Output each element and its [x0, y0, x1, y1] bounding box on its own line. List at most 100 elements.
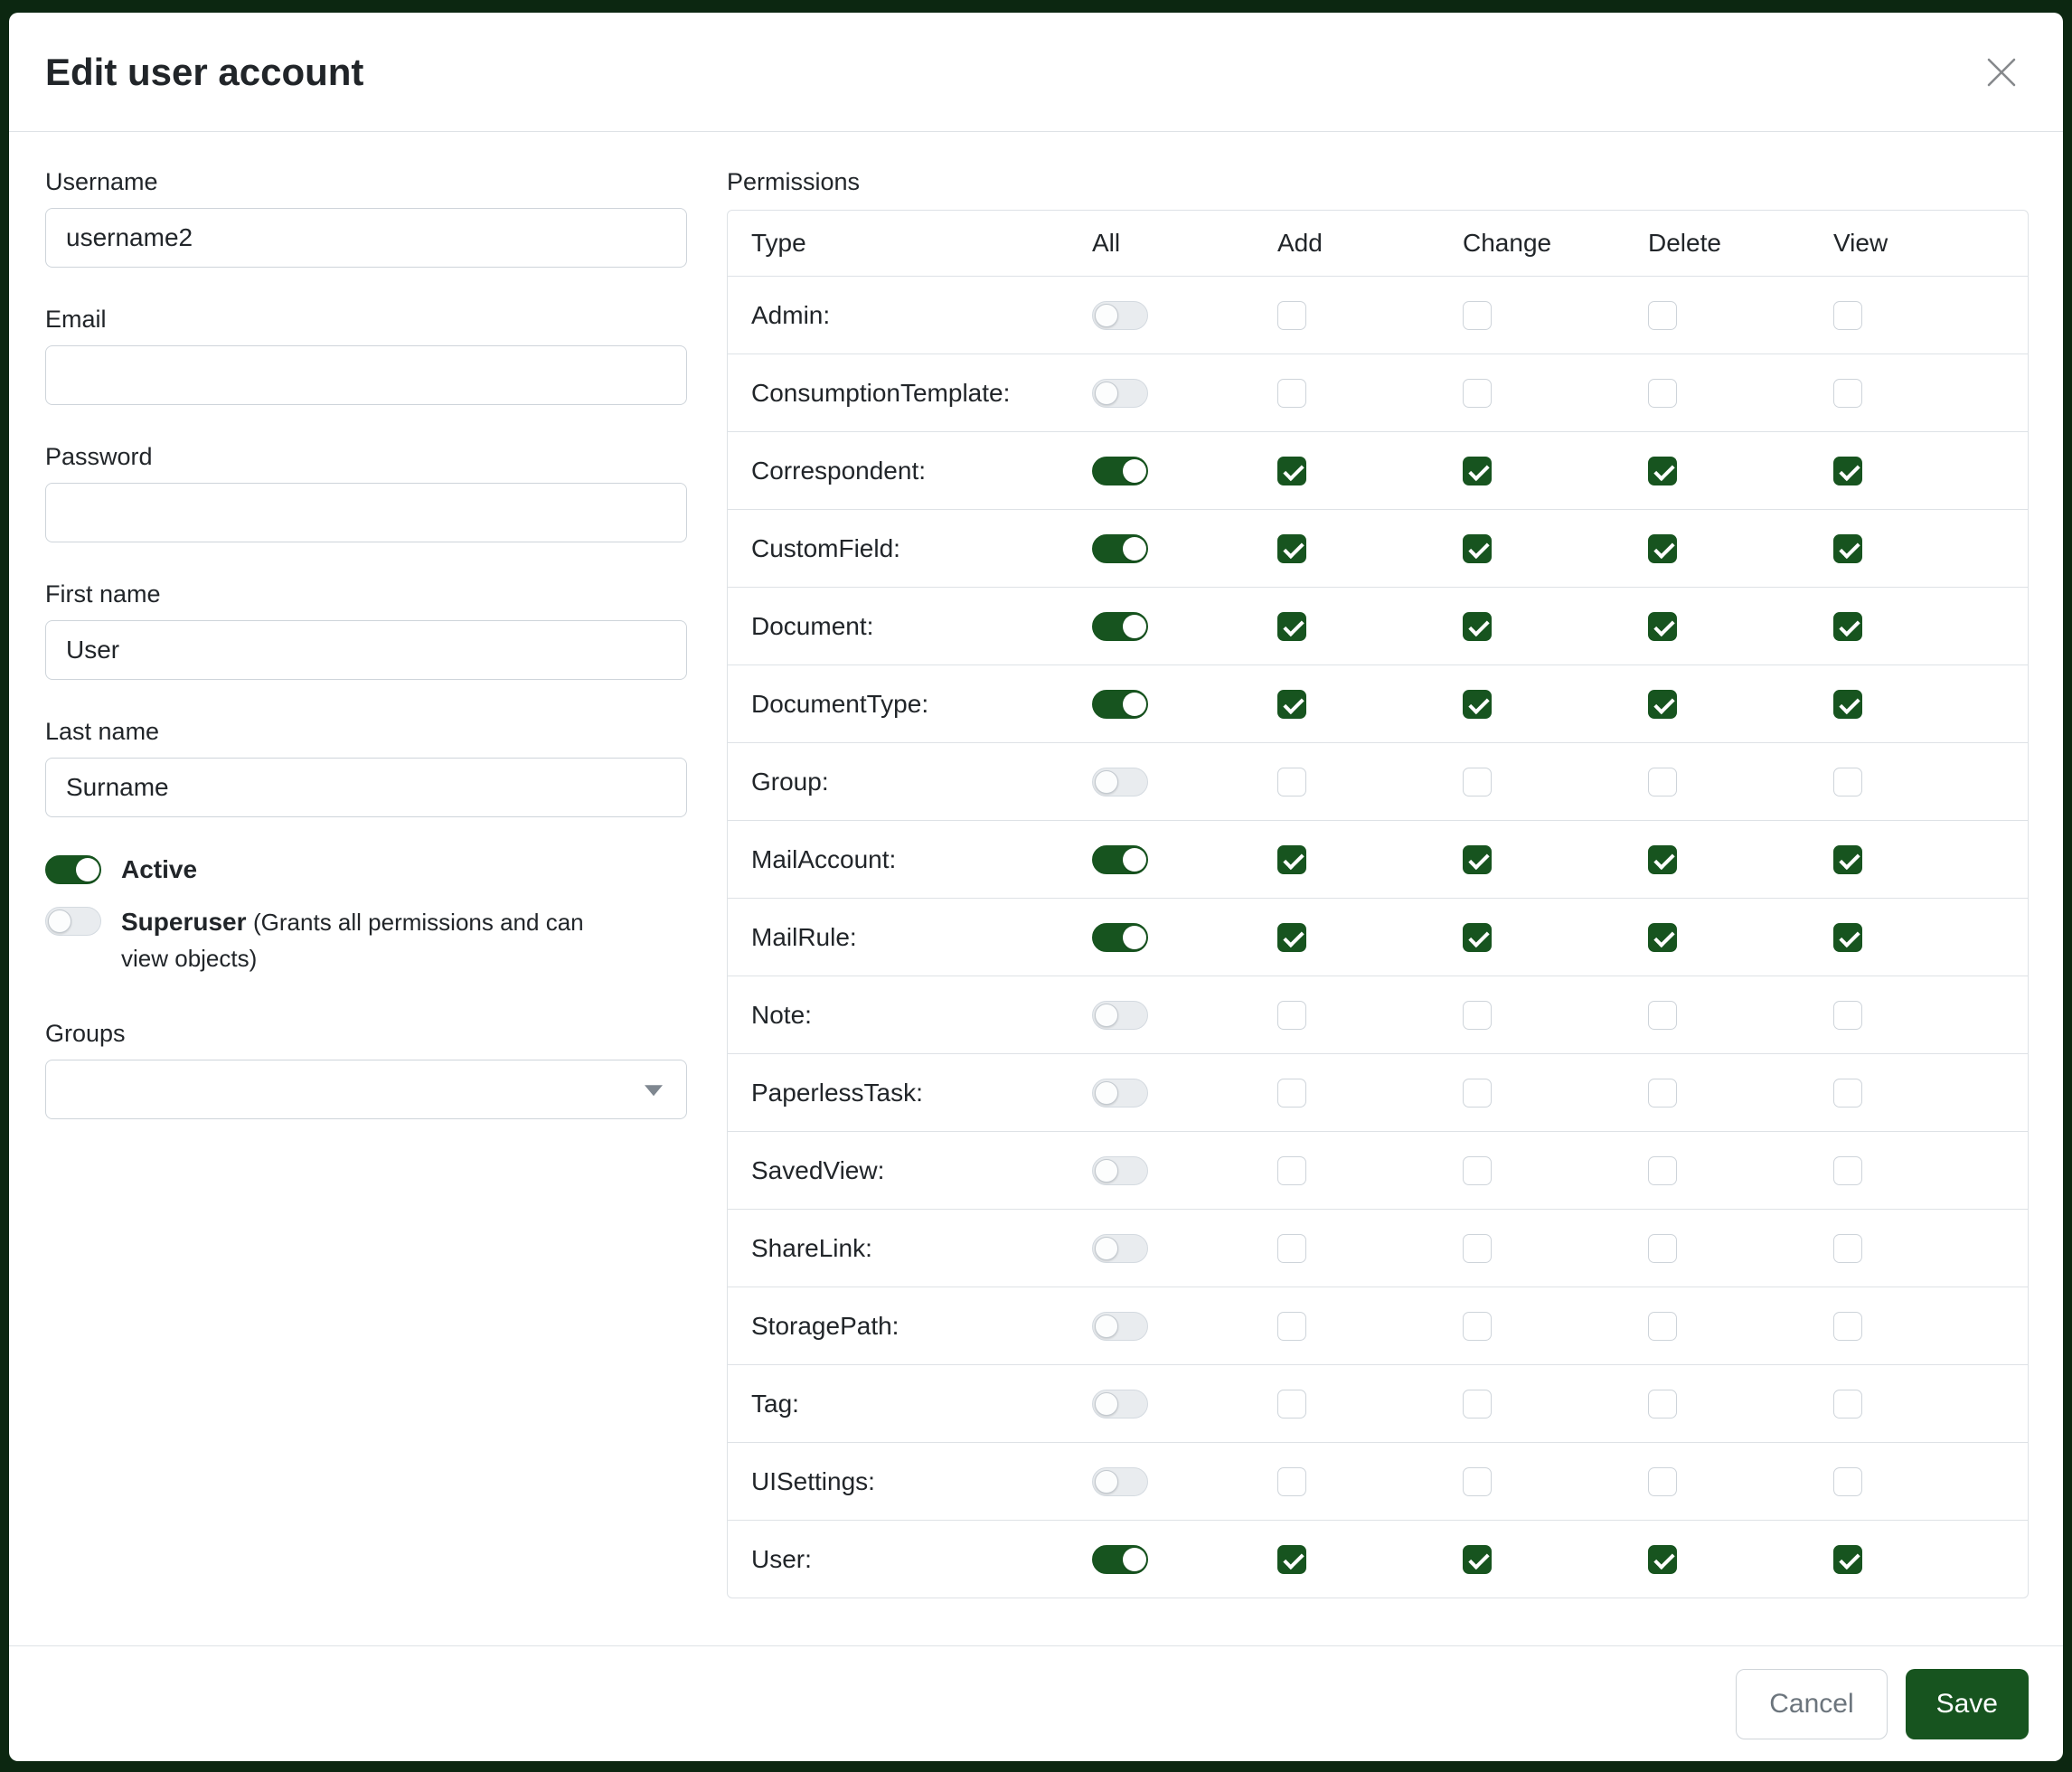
permission-delete-checkbox[interactable] — [1648, 534, 1677, 563]
permission-add-checkbox[interactable] — [1277, 923, 1306, 952]
permission-view-checkbox[interactable] — [1833, 1079, 1862, 1108]
groups-select[interactable] — [45, 1060, 687, 1119]
permission-change-checkbox[interactable] — [1463, 845, 1492, 874]
permission-delete-checkbox[interactable] — [1648, 1156, 1677, 1185]
password-input[interactable] — [45, 483, 687, 542]
permission-add-checkbox[interactable] — [1277, 1156, 1306, 1185]
permission-all-toggle[interactable] — [1092, 1467, 1148, 1496]
permission-delete-checkbox[interactable] — [1648, 301, 1677, 330]
permission-delete-checkbox[interactable] — [1648, 1001, 1677, 1030]
permission-change-checkbox[interactable] — [1463, 1467, 1492, 1496]
permission-change-checkbox[interactable] — [1463, 1079, 1492, 1108]
last-name-input[interactable] — [45, 758, 687, 817]
permission-change-checkbox[interactable] — [1463, 690, 1492, 719]
permission-change-checkbox[interactable] — [1463, 1001, 1492, 1030]
permission-add-checkbox[interactable] — [1277, 301, 1306, 330]
permission-view-checkbox[interactable] — [1833, 301, 1862, 330]
permission-all-toggle[interactable] — [1092, 1312, 1148, 1341]
permission-view-checkbox[interactable] — [1833, 1390, 1862, 1419]
permission-view-checkbox[interactable] — [1833, 1545, 1862, 1574]
permission-add-checkbox[interactable] — [1277, 768, 1306, 796]
permission-view-checkbox[interactable] — [1833, 457, 1862, 485]
permission-add-checkbox[interactable] — [1277, 1234, 1306, 1263]
permission-view-checkbox[interactable] — [1833, 612, 1862, 641]
permission-view-checkbox[interactable] — [1833, 1001, 1862, 1030]
permission-change-checkbox[interactable] — [1463, 1312, 1492, 1341]
permission-all-toggle[interactable] — [1092, 1390, 1148, 1419]
username-label: Username — [45, 168, 687, 196]
permission-delete-checkbox[interactable] — [1648, 1234, 1677, 1263]
permissions-table-header: Type All Add Change Delete View — [728, 211, 2028, 276]
permission-view-checkbox[interactable] — [1833, 768, 1862, 796]
permission-all-toggle[interactable] — [1092, 612, 1148, 641]
permission-all-toggle[interactable] — [1092, 1234, 1148, 1263]
active-toggle[interactable] — [45, 855, 101, 884]
permission-change-checkbox[interactable] — [1463, 457, 1492, 485]
permission-view-checkbox[interactable] — [1833, 923, 1862, 952]
permission-delete-checkbox[interactable] — [1648, 768, 1677, 796]
permission-view-checkbox[interactable] — [1833, 690, 1862, 719]
permission-add-checkbox[interactable] — [1277, 457, 1306, 485]
permission-delete-checkbox[interactable] — [1648, 379, 1677, 408]
permission-change-checkbox[interactable] — [1463, 1156, 1492, 1185]
permission-delete-checkbox[interactable] — [1648, 690, 1677, 719]
toggle-knob — [1095, 1004, 1118, 1027]
permission-all-toggle[interactable] — [1092, 923, 1148, 952]
permission-add-checkbox[interactable] — [1277, 534, 1306, 563]
username-input[interactable] — [45, 208, 687, 268]
permission-add-checkbox[interactable] — [1277, 1545, 1306, 1574]
permission-add-checkbox[interactable] — [1277, 690, 1306, 719]
save-button[interactable]: Save — [1906, 1669, 2029, 1739]
permission-add-checkbox[interactable] — [1277, 1312, 1306, 1341]
permission-add-checkbox[interactable] — [1277, 1467, 1306, 1496]
permission-add-checkbox[interactable] — [1277, 845, 1306, 874]
permission-change-checkbox[interactable] — [1463, 1545, 1492, 1574]
permission-change-checkbox[interactable] — [1463, 1390, 1492, 1419]
permission-add-checkbox[interactable] — [1277, 1001, 1306, 1030]
permission-view-checkbox[interactable] — [1833, 1467, 1862, 1496]
permission-change-checkbox[interactable] — [1463, 1234, 1492, 1263]
first-name-input[interactable] — [45, 620, 687, 680]
permission-add-checkbox[interactable] — [1277, 1079, 1306, 1108]
permission-all-toggle[interactable] — [1092, 1001, 1148, 1030]
permission-change-checkbox[interactable] — [1463, 768, 1492, 796]
cancel-button[interactable]: Cancel — [1736, 1669, 1887, 1739]
permission-change-checkbox[interactable] — [1463, 301, 1492, 330]
permission-delete-checkbox[interactable] — [1648, 612, 1677, 641]
last-name-group: Last name — [45, 718, 687, 817]
permission-delete-checkbox[interactable] — [1648, 1079, 1677, 1108]
permission-all-toggle[interactable] — [1092, 301, 1148, 330]
permission-delete-checkbox[interactable] — [1648, 1390, 1677, 1419]
permission-add-checkbox[interactable] — [1277, 379, 1306, 408]
permission-delete-checkbox[interactable] — [1648, 1467, 1677, 1496]
permission-all-toggle[interactable] — [1092, 534, 1148, 563]
permission-view-checkbox[interactable] — [1833, 534, 1862, 563]
permission-view-checkbox[interactable] — [1833, 1234, 1862, 1263]
permission-all-toggle[interactable] — [1092, 690, 1148, 719]
permission-change-checkbox[interactable] — [1463, 534, 1492, 563]
permission-all-toggle[interactable] — [1092, 1079, 1148, 1108]
superuser-toggle[interactable] — [45, 907, 101, 936]
permission-all-toggle[interactable] — [1092, 845, 1148, 874]
permission-delete-checkbox[interactable] — [1648, 845, 1677, 874]
permission-change-checkbox[interactable] — [1463, 612, 1492, 641]
permission-delete-checkbox[interactable] — [1648, 923, 1677, 952]
permission-delete-checkbox[interactable] — [1648, 457, 1677, 485]
permission-delete-checkbox[interactable] — [1648, 1312, 1677, 1341]
permission-add-checkbox[interactable] — [1277, 1390, 1306, 1419]
permission-change-checkbox[interactable] — [1463, 923, 1492, 952]
permission-add-checkbox[interactable] — [1277, 612, 1306, 641]
permission-view-checkbox[interactable] — [1833, 379, 1862, 408]
permission-all-toggle[interactable] — [1092, 1545, 1148, 1574]
permission-view-checkbox[interactable] — [1833, 1312, 1862, 1341]
permission-all-toggle[interactable] — [1092, 1156, 1148, 1185]
permission-change-checkbox[interactable] — [1463, 379, 1492, 408]
permission-delete-checkbox[interactable] — [1648, 1545, 1677, 1574]
permission-view-checkbox[interactable] — [1833, 845, 1862, 874]
email-input[interactable] — [45, 345, 687, 405]
close-button[interactable] — [1982, 52, 2021, 92]
permission-view-checkbox[interactable] — [1833, 1156, 1862, 1185]
permission-all-toggle[interactable] — [1092, 768, 1148, 796]
permission-all-toggle[interactable] — [1092, 379, 1148, 408]
permission-all-toggle[interactable] — [1092, 457, 1148, 485]
